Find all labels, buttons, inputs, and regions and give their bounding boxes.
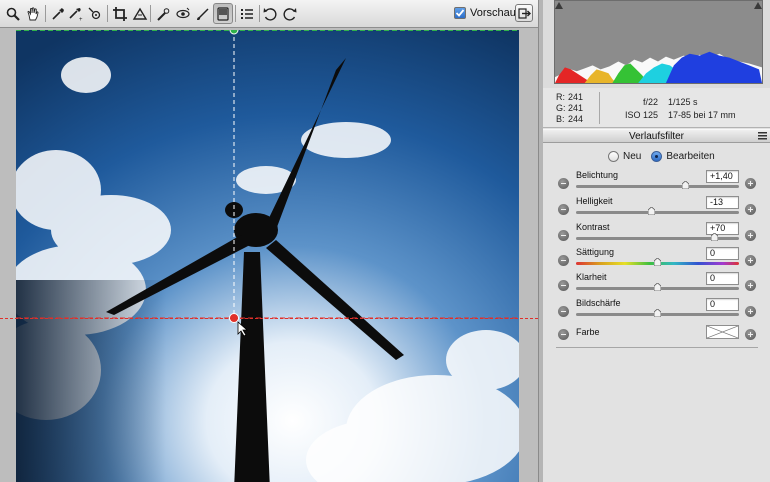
slider-label: Bildschärfe	[576, 298, 621, 308]
slider-value-field[interactable]: +1,40	[706, 170, 739, 183]
mode-new-radio[interactable]	[608, 151, 619, 162]
slider-row: Kontrast +70	[543, 222, 770, 248]
slider-value-field[interactable]: 0	[706, 247, 739, 260]
b-value: 244	[568, 114, 584, 124]
slider-plus-button[interactable]	[745, 280, 756, 291]
pixel-info: R: 241 G: 241 B: 244 f/22 1/125 s ISO 125 17-…	[543, 88, 770, 128]
slider-track[interactable]	[576, 185, 739, 188]
slider-label: Sättigung	[576, 247, 615, 257]
slider-thumb[interactable]	[682, 181, 690, 189]
rotate-right-icon[interactable]	[280, 3, 300, 24]
aperture: f/22	[642, 97, 658, 107]
slider-label: Belichtung	[576, 170, 619, 180]
panel-title: Verlaufsfilter	[628, 131, 685, 142]
shadow-clipping-icon[interactable]	[554, 0, 564, 10]
mode-edit-radio[interactable]	[651, 151, 663, 162]
color-row: Farbe	[543, 321, 770, 343]
slider-label: Klarheit	[576, 272, 607, 282]
slider-plus-button[interactable]	[745, 255, 756, 266]
preferences-list-icon[interactable]	[237, 3, 257, 24]
r-value: 241	[568, 92, 584, 102]
slider-row: Helligkeit -13	[543, 196, 770, 222]
histogram-area	[543, 0, 770, 88]
toolbar: + Vorschau	[0, 0, 538, 28]
slider-label: Kontrast	[576, 222, 610, 232]
color-swatch[interactable]	[706, 325, 739, 339]
slider-value-field[interactable]: -13	[706, 196, 739, 209]
slider-value-field[interactable]: 0	[706, 298, 739, 311]
iso: ISO 125	[624, 110, 658, 120]
histogram	[554, 0, 763, 84]
red-eye-icon[interactable]	[173, 3, 193, 24]
exif-info: f/22 1/125 s ISO 125 17-85 bei 17 mm	[621, 96, 736, 122]
slider-plus-button[interactable]	[745, 204, 756, 215]
svg-text:+: +	[79, 17, 83, 22]
panel-menu-icon[interactable]	[758, 132, 767, 140]
panel-header: Verlaufsfilter	[543, 129, 770, 143]
info-separator	[599, 92, 600, 124]
slider-plus-button[interactable]	[745, 306, 756, 317]
slider-thumb[interactable]	[654, 283, 661, 291]
red-guide-line[interactable]	[0, 318, 538, 319]
mode-edit-option[interactable]: Bearbeiten	[651, 151, 715, 162]
slider-label: Helligkeit	[576, 196, 613, 206]
toolbar-separator	[150, 5, 151, 22]
export-button[interactable]	[515, 4, 533, 22]
no-color-icon	[707, 326, 738, 338]
slider-minus-button[interactable]	[558, 178, 569, 189]
zoom-icon[interactable]	[3, 3, 23, 24]
rotate-left-icon[interactable]	[260, 3, 280, 24]
slider-minus-button[interactable]	[558, 230, 569, 241]
color-minus-button[interactable]	[558, 329, 569, 340]
target-adjustment-icon[interactable]	[85, 3, 105, 24]
export-icon	[517, 7, 531, 19]
image-canvas[interactable]	[0, 28, 538, 482]
right-panel: R: 241 G: 241 B: 244 f/22 1/125 s ISO 125 17-…	[543, 0, 770, 482]
graduated-filter-icon[interactable]	[213, 3, 233, 24]
slider-thumb[interactable]	[654, 309, 661, 317]
wind-turbine-photo	[16, 30, 519, 482]
checkmark-icon	[455, 9, 465, 17]
toolbar-separator	[235, 5, 236, 22]
highlight-clipping-icon[interactable]	[753, 0, 763, 10]
slider-plus-button[interactable]	[745, 230, 756, 241]
slider-thumb[interactable]	[648, 207, 656, 215]
slider-row: Sättigung 0	[543, 247, 770, 273]
slider-row: Belichtung +1,40	[543, 170, 770, 196]
spot-removal-icon[interactable]	[153, 3, 173, 24]
color-sampler-icon[interactable]: +	[66, 3, 86, 24]
toolbar-separator	[45, 5, 46, 22]
hand-icon[interactable]	[23, 3, 43, 24]
slider-minus-button[interactable]	[558, 280, 569, 291]
rgb-readout: R: 241 G: 241 B: 244	[556, 92, 584, 124]
g-value: 241	[568, 103, 584, 113]
mode-new-option[interactable]: Neu	[608, 151, 641, 162]
slider-minus-button[interactable]	[558, 255, 569, 266]
slider-value-field[interactable]: 0	[706, 272, 739, 285]
toolbar-separator	[107, 5, 108, 22]
slider-thumb[interactable]	[654, 258, 661, 266]
preview-label: Vorschau	[470, 7, 516, 19]
photo-preview[interactable]	[16, 30, 519, 482]
slider-row: Klarheit 0	[543, 272, 770, 298]
mode-selector: Neu Bearbeiten	[608, 151, 725, 162]
eyedropper-icon[interactable]	[48, 3, 68, 24]
preview-toggle[interactable]: Vorschau	[454, 7, 516, 19]
crop-icon[interactable]	[110, 3, 130, 24]
straighten-icon[interactable]	[130, 3, 150, 24]
slider-minus-button[interactable]	[558, 204, 569, 215]
color-plus-button[interactable]	[745, 329, 756, 340]
panel-divider	[556, 347, 758, 348]
preview-checkbox[interactable]	[454, 7, 466, 19]
color-label: Farbe	[576, 327, 600, 337]
lens: 17-85 bei 17 mm	[668, 110, 736, 120]
adjustment-brush-icon[interactable]	[193, 3, 213, 24]
shutter-speed: 1/125 s	[668, 97, 698, 107]
slider-minus-button[interactable]	[558, 306, 569, 317]
histogram-graph	[555, 51, 762, 83]
slider-thumb[interactable]	[711, 233, 719, 241]
slider-track[interactable]	[576, 211, 739, 214]
slider-plus-button[interactable]	[745, 178, 756, 189]
